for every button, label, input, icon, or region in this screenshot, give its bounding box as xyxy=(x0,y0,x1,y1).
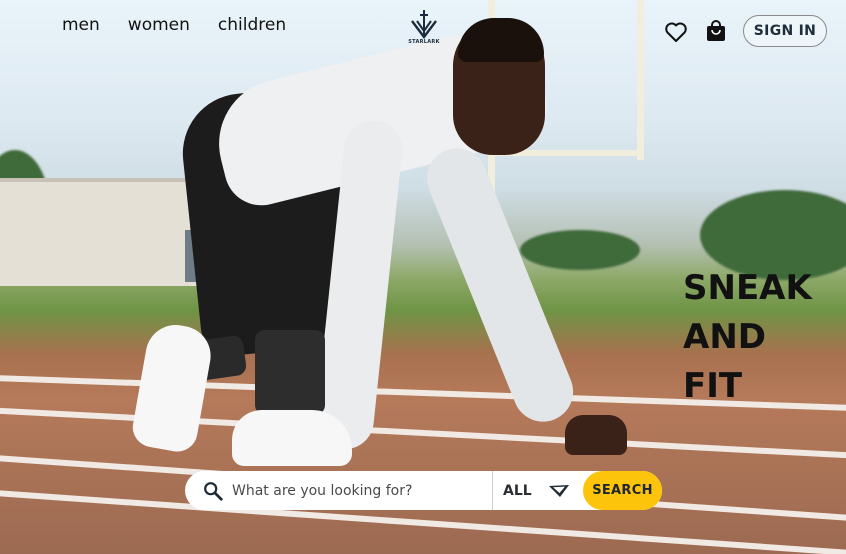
search-icon[interactable] xyxy=(202,480,224,502)
category-select[interactable]: ALL xyxy=(503,471,583,510)
headline-line: FIT xyxy=(683,366,743,406)
search-input[interactable] xyxy=(230,478,479,504)
cart-button[interactable] xyxy=(704,19,728,43)
shopping-bag-icon xyxy=(707,20,725,41)
nav-link-women[interactable]: women xyxy=(128,15,190,35)
headline-line: AND xyxy=(683,317,766,357)
background-tree xyxy=(520,230,640,270)
main-nav: men women children xyxy=(62,15,286,35)
search-divider xyxy=(492,471,493,510)
wishlist-button[interactable] xyxy=(664,20,688,44)
nav-link-children[interactable]: children xyxy=(218,15,286,35)
chevron-down-icon xyxy=(549,485,569,497)
brand-logo[interactable]: STARLARK xyxy=(408,10,440,50)
search-button[interactable]: SEARCH xyxy=(583,471,662,510)
runner-figure xyxy=(417,139,583,431)
track-lane xyxy=(0,406,846,460)
hero-headline: SNEAK AND FIT xyxy=(683,264,843,411)
goalpost xyxy=(637,0,644,160)
logo-text: STARLARK xyxy=(408,39,440,45)
logo-mark-icon xyxy=(411,10,437,39)
runner-figure xyxy=(565,415,627,455)
runner-figure xyxy=(255,330,325,415)
category-select-value: ALL xyxy=(503,482,532,499)
nav-link-men[interactable]: men xyxy=(62,15,100,35)
search-bar: ALL SEARCH xyxy=(185,471,662,510)
runner-figure xyxy=(458,18,544,62)
runner-figure xyxy=(129,320,216,455)
sign-in-button[interactable]: SIGN IN xyxy=(743,15,827,47)
headline-line: SNEAK xyxy=(683,268,812,308)
heart-icon xyxy=(665,22,687,42)
runner-figure xyxy=(232,410,352,466)
